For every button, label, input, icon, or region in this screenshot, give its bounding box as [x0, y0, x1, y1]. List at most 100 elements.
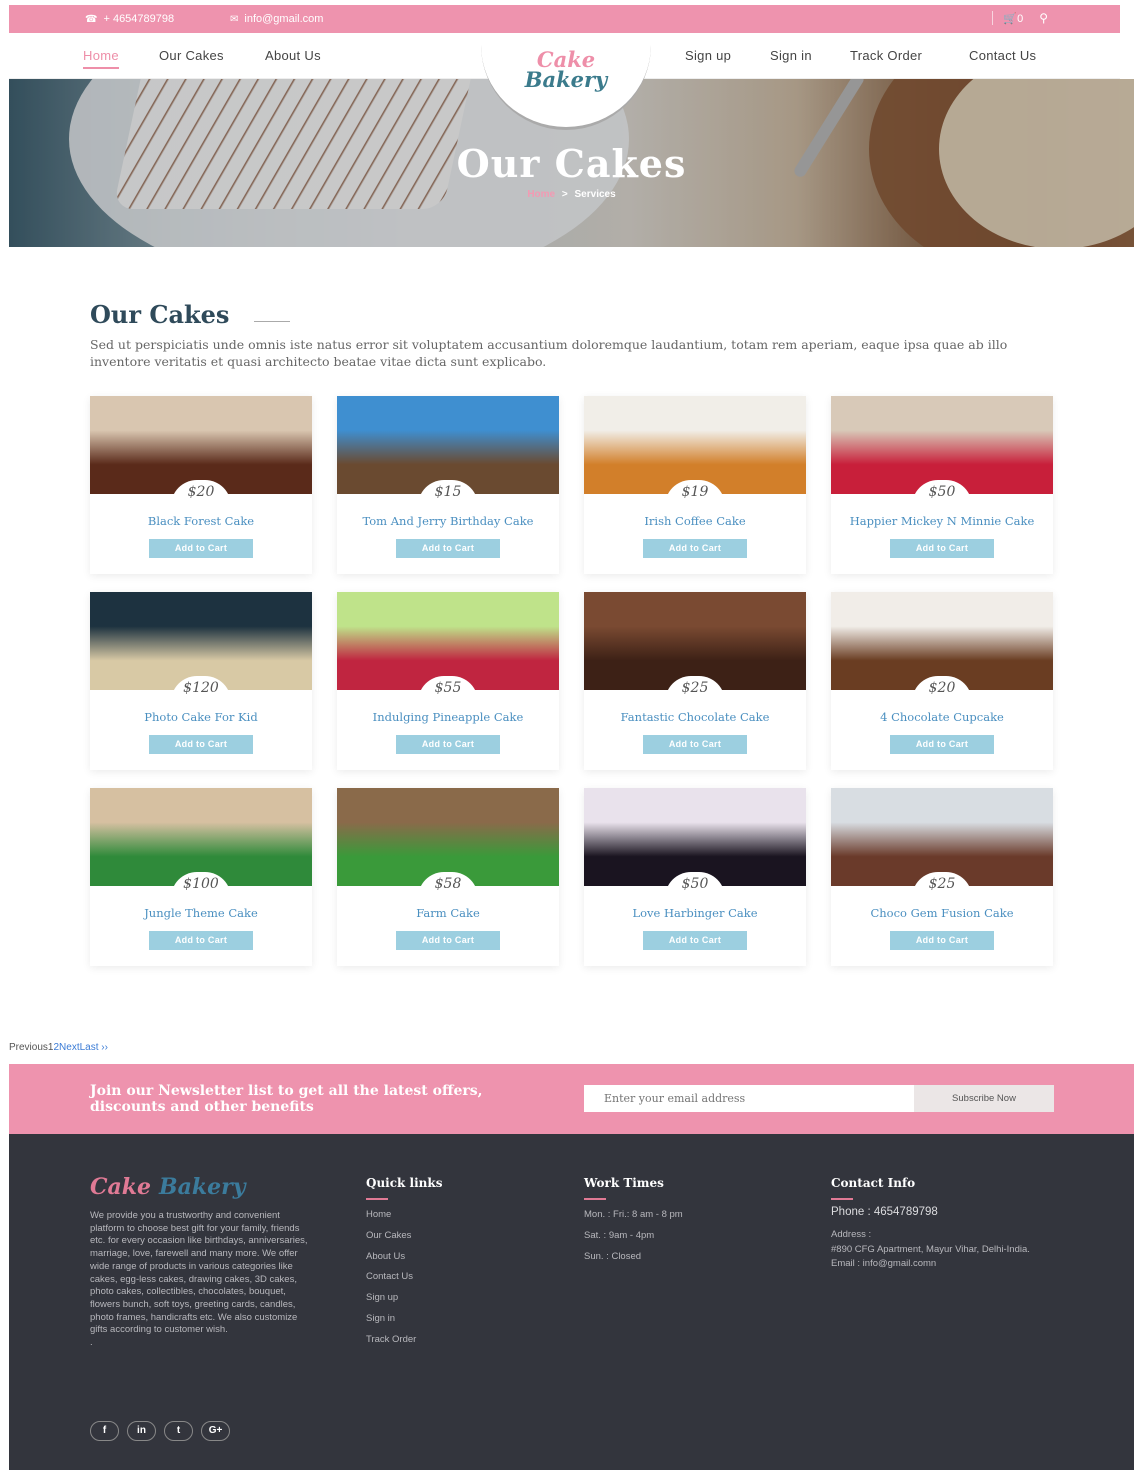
add-to-cart-button[interactable]: Add to Cart — [149, 539, 253, 558]
topbar-tools: 🛒0 ⚲ — [992, 11, 1048, 25]
topbar-email[interactable]: ✉ info@gmail.com — [230, 13, 323, 25]
cart-icon: 🛒 — [1003, 12, 1018, 25]
cart-button[interactable]: 🛒0 — [1003, 12, 1023, 25]
footer-link-track-order[interactable]: Track Order — [366, 1334, 416, 1355]
product-card[interactable]: $120 Photo Cake For Kid Add to Cart — [90, 592, 312, 770]
contact-info-title: Contact Info — [831, 1176, 916, 1200]
product-name[interactable]: Farm Cake — [337, 906, 559, 920]
google-plus-icon[interactable]: G+ — [201, 1421, 230, 1441]
logo-line-2: Bakery — [524, 67, 608, 92]
pager-last[interactable]: Last ›› — [80, 1042, 108, 1053]
product-name[interactable]: Indulging Pineapple Cake — [337, 710, 559, 724]
footer-link-sign-in[interactable]: Sign in — [366, 1313, 416, 1334]
newsletter-email-input[interactable] — [584, 1085, 914, 1112]
topbar-email-text: info@gmail.com — [244, 13, 324, 25]
add-to-cart-button[interactable]: Add to Cart — [149, 735, 253, 754]
top-bar: ☎ + 4654789798 ✉ info@gmail.com 🛒0 ⚲ — [9, 5, 1120, 33]
nav-contact-us[interactable]: Contact Us — [969, 48, 1036, 63]
product-name[interactable]: Happier Mickey N Minnie Cake — [831, 514, 1053, 528]
newsletter-text: Join our Newsletter list to get all the … — [90, 1083, 483, 1115]
section-description: Sed ut perspiciatis unde omnis iste natu… — [90, 337, 1008, 369]
footer: Cake Bakery We provide you a trustworthy … — [9, 1134, 1134, 1470]
footer-link-contact-us[interactable]: Contact Us — [366, 1271, 416, 1292]
product-name[interactable]: Jungle Theme Cake — [90, 906, 312, 920]
work-times-title: Work Times — [584, 1176, 664, 1200]
phone-icon: ☎ — [85, 14, 98, 25]
product-card[interactable]: $55 Indulging Pineapple Cake Add to Cart — [337, 592, 559, 770]
add-to-cart-button[interactable]: Add to Cart — [643, 931, 747, 950]
product-name[interactable]: Choco Gem Fusion Cake — [831, 906, 1053, 920]
product-name[interactable]: Love Harbinger Cake — [584, 906, 806, 920]
subscribe-button[interactable]: Subscribe Now — [914, 1085, 1054, 1112]
add-to-cart-button[interactable]: Add to Cart — [396, 539, 500, 558]
add-to-cart-button[interactable]: Add to Cart — [890, 931, 994, 950]
pagination: Previous12NextLast ›› — [9, 1042, 108, 1053]
facebook-icon[interactable]: f — [90, 1421, 119, 1441]
product-card[interactable]: $25 Fantastic Chocolate Cake Add to Cart — [584, 592, 806, 770]
breadcrumb: Home > Services — [9, 189, 1134, 200]
pager-previous[interactable]: Previous — [9, 1042, 48, 1053]
footer-logo[interactable]: Cake Bakery — [90, 1174, 245, 1200]
section-title-underline — [254, 321, 290, 322]
footer-about-text: We provide you a trustworthy and conveni… — [90, 1210, 308, 1336]
social-links: f in t G+ — [90, 1421, 230, 1441]
nav-home[interactable]: Home — [83, 48, 119, 69]
topbar-phone-text: + 4654789798 — [103, 13, 175, 25]
product-card[interactable]: $100 Jungle Theme Cake Add to Cart — [90, 788, 312, 966]
add-to-cart-button[interactable]: Add to Cart — [643, 735, 747, 754]
add-to-cart-button[interactable]: Add to Cart — [890, 539, 994, 558]
add-to-cart-button[interactable]: Add to Cart — [149, 931, 253, 950]
footer-contact: Address : #890 CFG Apartment, Mayur Viha… — [831, 1228, 1061, 1272]
work-time-weekday: Mon. : Fri.: 8 am - 8 pm — [584, 1209, 683, 1220]
product-card[interactable]: $20 Black Forest Cake Add to Cart — [90, 396, 312, 574]
pager-next[interactable]: Next — [59, 1042, 80, 1053]
work-times-list: Mon. : Fri.: 8 am - 8 pm Sat. : 9am - 4p… — [584, 1209, 683, 1271]
nav-track-order[interactable]: Track Order — [850, 48, 922, 63]
product-name[interactable]: Photo Cake For Kid — [90, 710, 312, 724]
product-name[interactable]: 4 Chocolate Cupcake — [831, 710, 1053, 724]
nav-our-cakes[interactable]: Our Cakes — [159, 48, 224, 63]
newsletter-bar: Join our Newsletter list to get all the … — [9, 1064, 1134, 1134]
product-card[interactable]: $58 Farm Cake Add to Cart — [337, 788, 559, 966]
add-to-cart-button[interactable]: Add to Cart — [396, 735, 500, 754]
nav-sign-up[interactable]: Sign up — [685, 48, 731, 63]
product-card[interactable]: $50 Happier Mickey N Minnie Cake Add to Ca… — [831, 396, 1053, 574]
footer-logo-a: Cake — [90, 1174, 152, 1200]
add-to-cart-button[interactable]: Add to Cart — [396, 931, 500, 950]
quick-links-list: Home Our Cakes About Us Contact Us Sign … — [366, 1209, 416, 1355]
work-time-saturday: Sat. : 9am - 4pm — [584, 1229, 655, 1241]
nav-sign-in[interactable]: Sign in — [770, 48, 812, 63]
search-icon[interactable]: ⚲ — [1039, 11, 1048, 25]
breadcrumb-current: Services — [574, 189, 616, 200]
product-card[interactable]: $20 4 Chocolate Cupcake Add to Cart — [831, 592, 1053, 770]
product-card[interactable]: $25 Choco Gem Fusion Cake Add to Cart — [831, 788, 1053, 966]
product-name[interactable]: Tom And Jerry Birthday Cake — [337, 514, 559, 528]
product-card[interactable]: $50 Love Harbinger Cake Add to Cart — [584, 788, 806, 966]
product-name[interactable]: Fantastic Chocolate Cake — [584, 710, 806, 724]
product-name[interactable]: Black Forest Cake — [90, 514, 312, 528]
twitter-icon[interactable]: t — [164, 1421, 193, 1441]
footer-link-home[interactable]: Home — [366, 1209, 416, 1230]
footer-link-about-us[interactable]: About Us — [366, 1251, 416, 1272]
work-time-sunday: Sun. : Closed — [584, 1250, 642, 1262]
nav-about-us[interactable]: About Us — [265, 48, 321, 63]
footer-about-extra: . — [90, 1337, 93, 1349]
topbar-phone[interactable]: ☎ + 4654789798 — [85, 13, 174, 25]
product-name[interactable]: Irish Coffee Cake — [584, 514, 806, 528]
add-to-cart-button[interactable]: Add to Cart — [643, 539, 747, 558]
footer-link-sign-up[interactable]: Sign up — [366, 1292, 416, 1313]
footer-phone: Phone : 4654789798 — [831, 1206, 938, 1218]
footer-link-our-cakes[interactable]: Our Cakes — [366, 1230, 416, 1251]
section-title: Our Cakes — [90, 300, 230, 329]
add-to-cart-button[interactable]: Add to Cart — [890, 735, 994, 754]
linkedin-icon[interactable]: in — [127, 1421, 156, 1441]
footer-about: We provide you a trustworthy and conveni… — [90, 1210, 312, 1350]
cart-count: 0 — [1017, 12, 1024, 25]
footer-address: #890 CFG Apartment, Mayur Vihar, Delhi-I… — [831, 1243, 1030, 1255]
product-card[interactable]: $15 Tom And Jerry Birthday Cake Add to Car… — [337, 396, 559, 574]
quick-links-title: Quick links — [366, 1176, 443, 1200]
footer-email[interactable]: Email : info@gmail.comn — [831, 1257, 1061, 1272]
product-card[interactable]: $19 Irish Coffee Cake Add to Cart — [584, 396, 806, 574]
breadcrumb-home[interactable]: Home — [527, 189, 555, 200]
footer-address-label: Address : — [831, 1229, 872, 1240]
